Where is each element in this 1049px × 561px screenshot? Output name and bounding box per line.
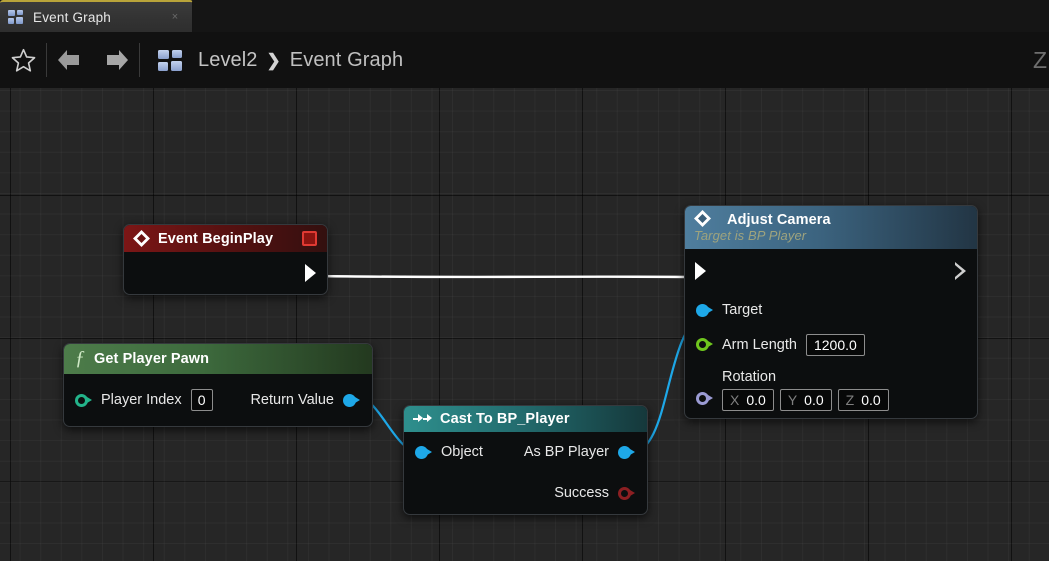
node-body <box>124 252 327 294</box>
node-subtitle: Target is BP Player <box>694 228 807 243</box>
exec-out-pin[interactable] <box>955 262 966 280</box>
node-title: Event BeginPlay <box>158 230 274 247</box>
pin-row-object: Object As BP Player <box>404 432 647 472</box>
object-pin[interactable] <box>415 445 433 459</box>
pin-row-target: Target <box>685 293 977 327</box>
function-f-icon: ƒ <box>75 347 85 369</box>
node-body: Player Index 0 Return Value <box>64 374 372 426</box>
as-bp-player-pin[interactable] <box>618 445 636 459</box>
event-diamond-icon <box>133 230 150 247</box>
axis-y-value: 0.0 <box>804 392 824 408</box>
tab-event-graph[interactable]: Event Graph × <box>0 0 193 32</box>
rotation-y-input[interactable]: Y 0.0 <box>779 389 832 411</box>
node-get-player-pawn[interactable]: ƒ Get Player Pawn Player Index 0 Return … <box>63 343 373 427</box>
node-header: ƒ Get Player Pawn <box>64 344 372 374</box>
favorite-button[interactable] <box>0 32 46 88</box>
success-pin[interactable] <box>618 486 636 500</box>
return-value-pin[interactable] <box>343 393 361 407</box>
arm-length-label: Arm Length <box>722 336 797 353</box>
pin-row-exec-out <box>124 252 327 294</box>
return-value-label: Return Value <box>250 392 334 408</box>
pin-row-player-index: Player Index 0 Return Value <box>64 374 372 426</box>
breadcrumb-item-graph[interactable]: Event Graph <box>290 49 403 72</box>
exec-in-pin[interactable] <box>695 262 706 280</box>
axis-z-value: 0.0 <box>861 392 881 408</box>
pin-row-exec <box>685 249 977 293</box>
graph-toolbar: Level2 ❯ Event Graph Z <box>0 32 1049 88</box>
node-header: Event BeginPlay <box>124 225 327 252</box>
player-index-input[interactable]: 0 <box>190 389 213 411</box>
object-label: Object <box>441 444 483 460</box>
target-pin[interactable] <box>696 303 714 317</box>
graph-icon <box>8 10 24 24</box>
node-title: Get Player Pawn <box>94 351 210 367</box>
axis-y-label: Y <box>787 392 798 408</box>
graph-canvas[interactable]: Event BeginPlay ƒ Get Player Pawn Player… <box>0 88 1049 561</box>
arrow-right-icon <box>107 50 128 70</box>
node-body: Object As BP Player Success <box>404 432 647 514</box>
rotation-z-input[interactable]: Z 0.0 <box>837 389 889 411</box>
star-icon <box>11 48 35 72</box>
rotation-fields: X 0.0 Y 0.0 Z 0.0 <box>722 389 889 411</box>
forward-button[interactable] <box>93 32 139 88</box>
rotation-label: Rotation <box>722 369 777 385</box>
player-index-pin[interactable] <box>75 393 93 407</box>
node-title: Adjust Camera <box>727 212 831 228</box>
exec-out-pin[interactable] <box>305 264 316 282</box>
rotation-x-input[interactable]: X 0.0 <box>722 389 774 411</box>
close-icon[interactable]: × <box>168 11 182 23</box>
breadcrumb-item-level[interactable]: Level2 <box>198 49 258 72</box>
node-header: Cast To BP_Player <box>404 406 647 432</box>
arm-length-pin[interactable] <box>696 338 714 351</box>
pin-row-rotation: Rotation X 0.0 Y 0.0 Z 0.0 <box>685 362 977 418</box>
axis-x-value: 0.0 <box>746 392 766 408</box>
node-event-begin-play[interactable]: Event BeginPlay <box>123 224 328 295</box>
target-label: Target <box>722 302 763 318</box>
arm-length-input[interactable]: 1200.0 <box>805 333 865 356</box>
node-body: Target Arm Length 1200.0 Rotation X 0.0 … <box>685 249 977 418</box>
arrow-left-icon <box>58 50 79 70</box>
node-adjust-camera[interactable]: Adjust Camera Target is BP Player Target <box>684 205 978 419</box>
pin-row-arm-length: Arm Length 1200.0 <box>685 327 977 362</box>
as-bp-player-label: As BP Player <box>523 444 609 460</box>
tab-label: Event Graph <box>33 9 111 25</box>
tab-bar: Event Graph × <box>0 0 1049 32</box>
breadcrumb-separator: ❯ <box>266 51 281 70</box>
call-diamond-icon <box>694 210 711 227</box>
wire-exec-beginplay-to-adjustcamera <box>316 274 698 279</box>
success-label: Success <box>554 485 609 501</box>
pin-row-success: Success <box>404 472 647 514</box>
node-title: Cast To BP_Player <box>440 411 570 427</box>
axis-z-label: Z <box>845 392 855 408</box>
node-header: Adjust Camera Target is BP Player <box>685 206 977 249</box>
player-index-label: Player Index <box>101 392 182 408</box>
event-marker-icon <box>302 231 317 246</box>
toolbar-divider-2 <box>139 43 140 77</box>
blueprint-editor-window: Event Graph × Level2 ❯ Event Graph Z Eve… <box>0 0 1049 561</box>
axis-x-label: X <box>730 392 740 408</box>
rotation-pin[interactable] <box>696 391 714 405</box>
zoom-label: Z <box>1033 46 1048 73</box>
cast-arrows-icon <box>413 413 432 425</box>
breadcrumb-graph-icon <box>158 49 184 71</box>
node-cast-to-bp-player[interactable]: Cast To BP_Player Object As BP Player Su… <box>403 405 648 515</box>
back-button[interactable] <box>47 32 93 88</box>
